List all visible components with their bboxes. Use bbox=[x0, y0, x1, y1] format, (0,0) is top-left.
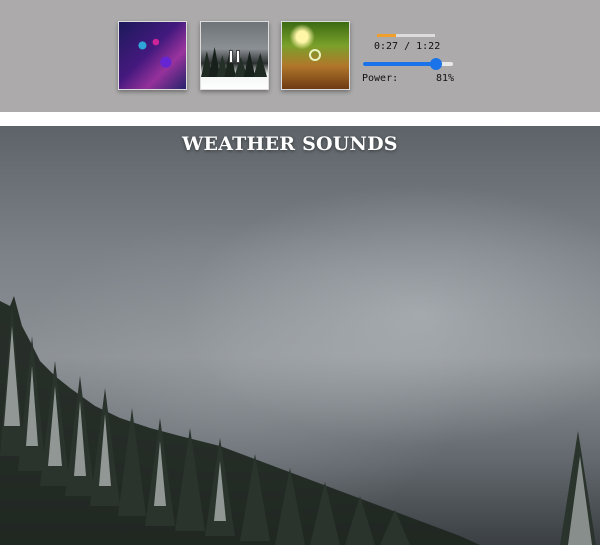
power-label: Power: bbox=[362, 73, 399, 84]
snow-sound-thumbnail[interactable] bbox=[200, 21, 269, 90]
rain-sound-thumbnail[interactable] bbox=[118, 21, 187, 90]
forest-sound-thumbnail[interactable] bbox=[281, 21, 350, 90]
power-slider-fill bbox=[363, 62, 436, 66]
weather-background-image: WEATHER SOUNDS bbox=[0, 126, 600, 545]
playback-progress-fill bbox=[377, 34, 397, 37]
forest-silhouette bbox=[0, 296, 596, 545]
power-slider-thumb[interactable] bbox=[429, 58, 442, 70]
playback-progress-bar[interactable] bbox=[377, 34, 435, 37]
target-icon bbox=[309, 49, 321, 61]
pause-icon[interactable] bbox=[229, 50, 241, 63]
page-title: WEATHER SOUNDS bbox=[182, 133, 398, 155]
power-value: 81% bbox=[435, 73, 454, 84]
playback-time: 0:27 / 1:22 bbox=[374, 41, 441, 52]
power-slider[interactable] bbox=[363, 57, 453, 71]
sound-selector-bar: 0:27 / 1:22 Power: 81% bbox=[0, 0, 600, 112]
